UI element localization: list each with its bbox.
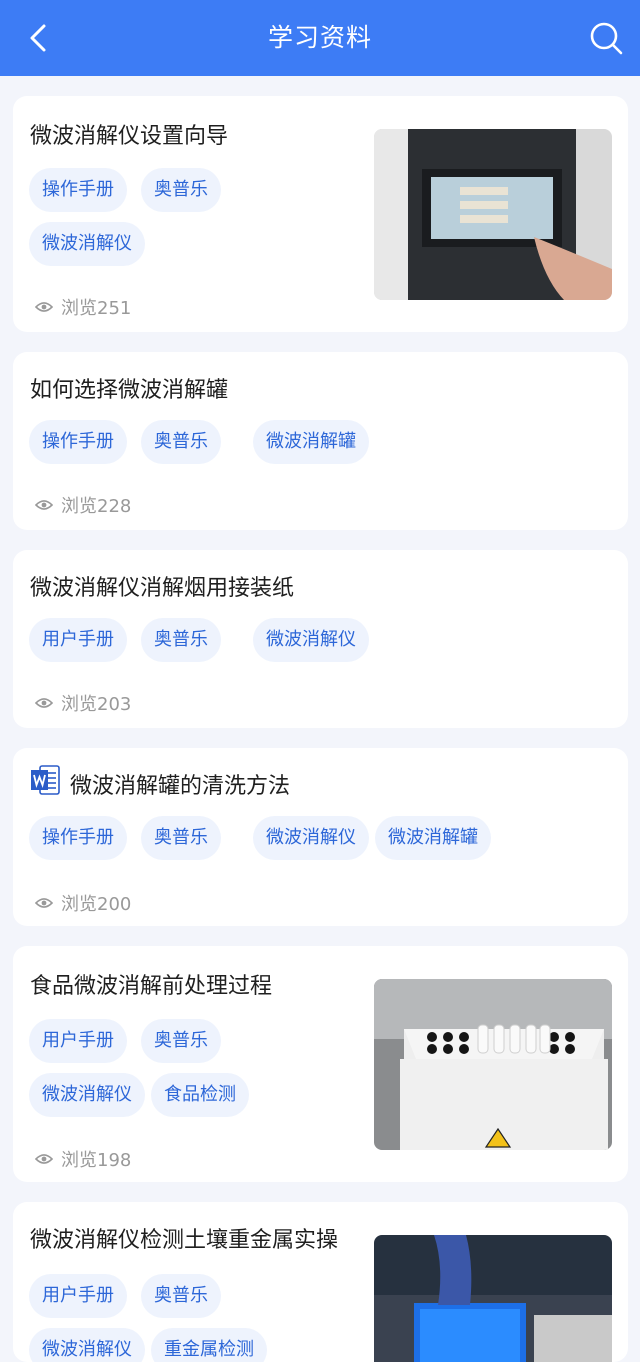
tag-chip[interactable]: 用户手册 xyxy=(29,1019,127,1063)
top-navigation-bar: 学习资料 xyxy=(0,0,640,76)
tag-chip[interactable]: 微波消解仪 xyxy=(253,618,369,662)
article-card[interactable]: 微波消解罐的清洗方法 操作手册 奥普乐 微波消解仪 微波消解罐 浏览200 xyxy=(13,748,628,926)
article-card[interactable]: 微波消解仪检测土壤重金属实操 用户手册 奥普乐 微波消解仪 重金属检测 xyxy=(13,1202,628,1362)
tag-chip[interactable]: 操作手册 xyxy=(29,168,127,212)
article-list: 微波消解仪设置向导 操作手册 奥普乐 微波消解仪 浏览251 如何选择微波消解罐… xyxy=(13,96,628,1362)
tag-chip[interactable]: 用户手册 xyxy=(29,1274,127,1318)
tag-chip[interactable]: 奥普乐 xyxy=(141,618,221,662)
view-count: 浏览200 xyxy=(35,890,131,916)
article-title: 如何选择微波消解罐 xyxy=(30,378,229,403)
article-title: 微波消解仪设置向导 xyxy=(30,124,229,149)
view-count: 浏览228 xyxy=(35,492,131,518)
view-count-text: 浏览203 xyxy=(61,694,132,715)
view-count-text: 浏览198 xyxy=(61,1150,132,1171)
tag-chip[interactable]: 微波消解仪 xyxy=(253,816,369,860)
article-title: 微波消解仪检测土壤重金属实操 xyxy=(30,1228,339,1253)
article-card[interactable]: 食品微波消解前处理过程 用户手册 奥普乐 微波消解仪 食品检测 浏览198 xyxy=(13,946,628,1182)
tag-chip[interactable]: 微波消解仪 xyxy=(29,1328,145,1362)
view-count: 浏览251 xyxy=(35,294,131,320)
tag-chip[interactable]: 重金属检测 xyxy=(151,1328,267,1362)
view-count-text: 浏览251 xyxy=(61,298,132,319)
view-count: 浏览198 xyxy=(35,1146,131,1172)
tag-chip[interactable]: 奥普乐 xyxy=(141,1019,221,1063)
tag-chip[interactable]: 操作手册 xyxy=(29,420,127,464)
page-title: 学习资料 xyxy=(267,23,372,52)
tag-chip[interactable]: 微波消解罐 xyxy=(375,816,491,860)
eye-icon xyxy=(35,698,53,708)
tag-chip[interactable]: 奥普乐 xyxy=(141,168,221,212)
tag-chip[interactable]: 操作手册 xyxy=(29,816,127,860)
tag-chip[interactable]: 奥普乐 xyxy=(141,816,221,860)
view-count-text: 浏览228 xyxy=(61,496,132,517)
search-icon[interactable] xyxy=(588,20,624,56)
view-count: 浏览203 xyxy=(35,690,131,716)
article-thumbnail[interactable] xyxy=(374,129,612,300)
article-thumbnail[interactable] xyxy=(374,1235,612,1362)
article-card[interactable]: 微波消解仪消解烟用接装纸 用户手册 奥普乐 微波消解仪 浏览203 xyxy=(13,550,628,728)
tag-chip[interactable]: 奥普乐 xyxy=(141,1274,221,1318)
eye-icon xyxy=(35,302,53,312)
article-title: 微波消解罐的清洗方法 xyxy=(70,774,291,799)
article-card[interactable]: 如何选择微波消解罐 操作手册 奥普乐 微波消解罐 浏览228 xyxy=(13,352,628,530)
eye-icon xyxy=(35,898,53,908)
article-title: 微波消解仪消解烟用接装纸 xyxy=(30,576,295,601)
article-card[interactable]: 微波消解仪设置向导 操作手册 奥普乐 微波消解仪 浏览251 xyxy=(13,96,628,332)
view-count-text: 浏览200 xyxy=(61,894,132,915)
tag-chip[interactable]: 奥普乐 xyxy=(141,420,221,464)
tag-chip[interactable]: 用户手册 xyxy=(29,618,127,662)
article-title: 食品微波消解前处理过程 xyxy=(30,974,273,999)
tag-chip[interactable]: 微波消解仪 xyxy=(29,222,145,266)
article-thumbnail[interactable] xyxy=(374,979,612,1150)
tag-chip[interactable]: 微波消解罐 xyxy=(253,420,369,464)
word-doc-icon xyxy=(31,765,60,795)
tag-chip[interactable]: 食品检测 xyxy=(151,1073,249,1117)
eye-icon xyxy=(35,500,53,510)
tag-chip[interactable]: 微波消解仪 xyxy=(29,1073,145,1117)
eye-icon xyxy=(35,1154,53,1164)
